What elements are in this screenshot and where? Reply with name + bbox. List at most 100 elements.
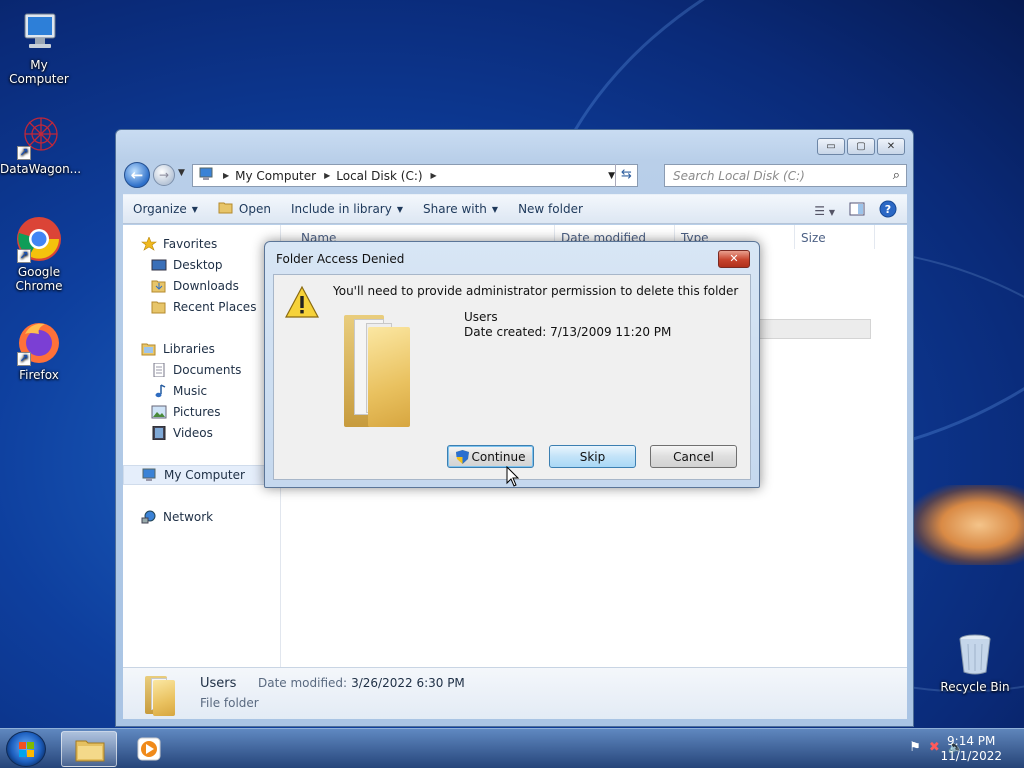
cancel-label: Cancel (673, 449, 714, 464)
nav-item-videos[interactable]: Videos (151, 423, 213, 443)
nav-item-downloads[interactable]: Downloads (151, 276, 239, 296)
address-bar[interactable]: ▶ My Computer ▶ Local Disk (C:) ▶ ▼ ⇆ (192, 164, 638, 187)
desktop-icon-label: Firefox (19, 368, 59, 382)
recent-places-icon (151, 300, 167, 314)
skip-button[interactable]: Skip (549, 445, 636, 468)
wallpaper-jellyfish (912, 485, 1024, 565)
nav-item-recent-places[interactable]: Recent Places (151, 297, 256, 317)
include-in-library-label: Include in library (290, 202, 392, 216)
firefox-icon: ↗ (15, 318, 63, 366)
warning-icon (284, 285, 320, 319)
share-with-button[interactable]: Share with ▼ (413, 202, 508, 216)
taskbar-explorer-button[interactable] (61, 731, 117, 767)
chevron-right-icon[interactable]: ▶ (223, 171, 229, 180)
address-dropdown-icon[interactable]: ▼ (608, 171, 615, 181)
dialog-close-button[interactable]: ✕ (718, 250, 750, 268)
details-date-label: Date modified: (258, 676, 348, 690)
desktop-icon-my-computer[interactable]: My Computer (0, 8, 78, 86)
details-item-name: Users (200, 676, 237, 691)
search-input[interactable]: Search Local Disk (C:) ⌕ (664, 164, 907, 187)
desktop-icon-firefox[interactable]: ↗ Firefox (0, 318, 78, 382)
desktop-icon-recycle-bin[interactable]: Recycle Bin (936, 630, 1014, 694)
nav-label: Desktop (173, 258, 223, 272)
chevron-down-icon: ▼ (396, 204, 403, 214)
forward-button[interactable]: → (153, 164, 175, 186)
organize-button[interactable]: Organize ▼ (123, 202, 208, 216)
nav-item-music[interactable]: Music (151, 381, 207, 401)
details-date-modified: Date modified: 3/26/2022 6:30 PM (258, 676, 465, 690)
desktop-icon-datawagon[interactable]: ↗ DataWagon... (0, 112, 81, 176)
nav-label: Network (163, 510, 214, 524)
taskbar-media-player-button[interactable] (122, 731, 178, 767)
desktop-icon-google-chrome[interactable]: ↗ Google Chrome (0, 215, 78, 293)
breadcrumb-local-disk[interactable]: Local Disk (C:) (336, 169, 422, 183)
nav-item-libraries[interactable]: Libraries (141, 339, 215, 359)
search-icon[interactable]: ⌕ (893, 168, 900, 183)
shortcut-arrow-icon: ↗ (17, 249, 31, 263)
nav-item-pictures[interactable]: Pictures (151, 402, 221, 422)
dialog-date-created: Date created: 7/13/2009 11:20 PM (464, 325, 672, 339)
navigation-pane: Favorites Desktop Downloads Recent Place… (123, 225, 281, 667)
nav-label: Recent Places (173, 300, 257, 314)
folder-icon (342, 309, 422, 431)
continue-label: Continue (471, 449, 526, 464)
details-item-type: File folder (200, 696, 259, 710)
recycle-bin-icon (951, 630, 999, 678)
skip-label: Skip (579, 449, 606, 464)
dialog-item-name: Users (464, 310, 498, 324)
chevron-down-icon: ▼ (491, 204, 499, 214)
nav-item-favorites[interactable]: Favorites (141, 234, 217, 254)
desktop-icon-label: Google Chrome (15, 265, 63, 293)
navigation-bar: ← → ▼ ▶ My Computer ▶ Local Disk (C:) ▶ … (124, 162, 907, 188)
nav-label: Music (173, 384, 208, 398)
nav-item-my-computer[interactable]: My Computer (123, 465, 281, 485)
downloads-icon (151, 279, 167, 293)
datawagon-icon: ↗ (15, 112, 63, 160)
uac-shield-icon (455, 449, 469, 464)
maximize-button[interactable]: ▢ (847, 138, 875, 155)
videos-icon (151, 425, 167, 441)
nav-label: Videos (173, 426, 213, 440)
include-in-library-button[interactable]: Include in library ▼ (281, 202, 413, 216)
help-icon[interactable]: ? (879, 200, 897, 221)
nav-item-desktop[interactable]: Desktop (151, 255, 223, 275)
details-date-value: 3/26/2022 6:30 PM (351, 676, 465, 690)
chevron-right-icon[interactable]: ▶ (431, 171, 437, 180)
star-icon (141, 236, 157, 251)
network-status-icon[interactable]: ✖ (929, 740, 940, 755)
nav-item-documents[interactable]: Documents (151, 360, 241, 380)
recent-pages-dropdown[interactable]: ▼ (178, 168, 185, 178)
open-button[interactable]: Open (208, 201, 281, 217)
view-options-icon[interactable]: ☰ ▼ (814, 204, 835, 218)
clock[interactable]: 9:14 PM 11/1/2022 (940, 734, 1002, 764)
new-folder-button[interactable]: New folder (508, 202, 593, 216)
computer-icon (142, 468, 158, 482)
column-header-size[interactable]: Size (795, 225, 875, 249)
nav-label: Pictures (173, 405, 221, 419)
chevron-right-icon[interactable]: ▶ (324, 171, 330, 180)
nav-label: Documents (173, 363, 242, 377)
shortcut-arrow-icon: ↗ (17, 146, 31, 160)
desktop-icon-label: My Computer (9, 58, 69, 86)
nav-label: Downloads (173, 279, 239, 293)
refresh-icon[interactable]: ⇆ (615, 164, 637, 187)
continue-button[interactable]: Continue (447, 445, 534, 468)
preview-pane-icon[interactable] (849, 202, 865, 219)
action-center-icon[interactable]: ⚑ (909, 740, 921, 755)
dialog-title: Folder Access Denied (276, 252, 405, 266)
nav-label: My Computer (164, 468, 245, 482)
nav-label: Favorites (163, 237, 218, 251)
minimize-button[interactable]: ▭ (817, 138, 845, 155)
selected-file-row[interactable] (753, 319, 871, 339)
view-controls: ☰ ▼ ? (814, 200, 897, 221)
back-button[interactable]: ← (124, 162, 150, 188)
nav-item-network[interactable]: Network (141, 507, 213, 527)
breadcrumb-my-computer[interactable]: My Computer (235, 169, 316, 183)
clock-date: 11/1/2022 (940, 749, 1002, 763)
close-button[interactable]: ✕ (877, 138, 905, 155)
cancel-button[interactable]: Cancel (650, 445, 737, 468)
start-button[interactable] (6, 731, 46, 767)
nav-label: Libraries (163, 342, 215, 356)
organize-label: Organize (133, 202, 187, 216)
folder-open-icon (218, 201, 234, 217)
